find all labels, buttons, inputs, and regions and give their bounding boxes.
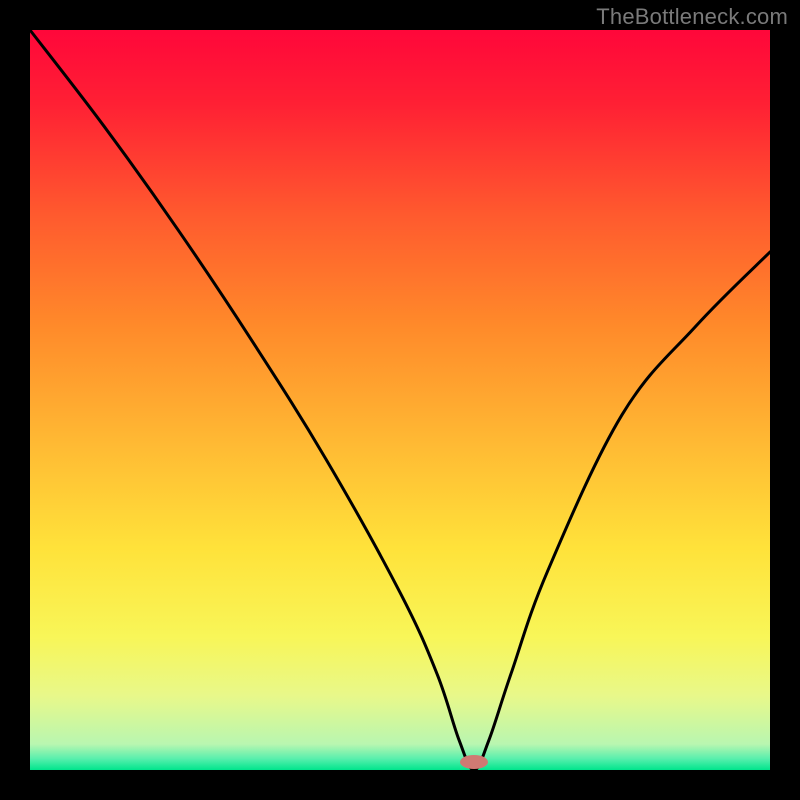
- plot-background: [30, 30, 770, 770]
- chart-frame: TheBottleneck.com: [0, 0, 800, 800]
- minimum-marker: [460, 755, 488, 769]
- bottleneck-chart: [0, 0, 800, 800]
- watermark-text: TheBottleneck.com: [596, 4, 788, 30]
